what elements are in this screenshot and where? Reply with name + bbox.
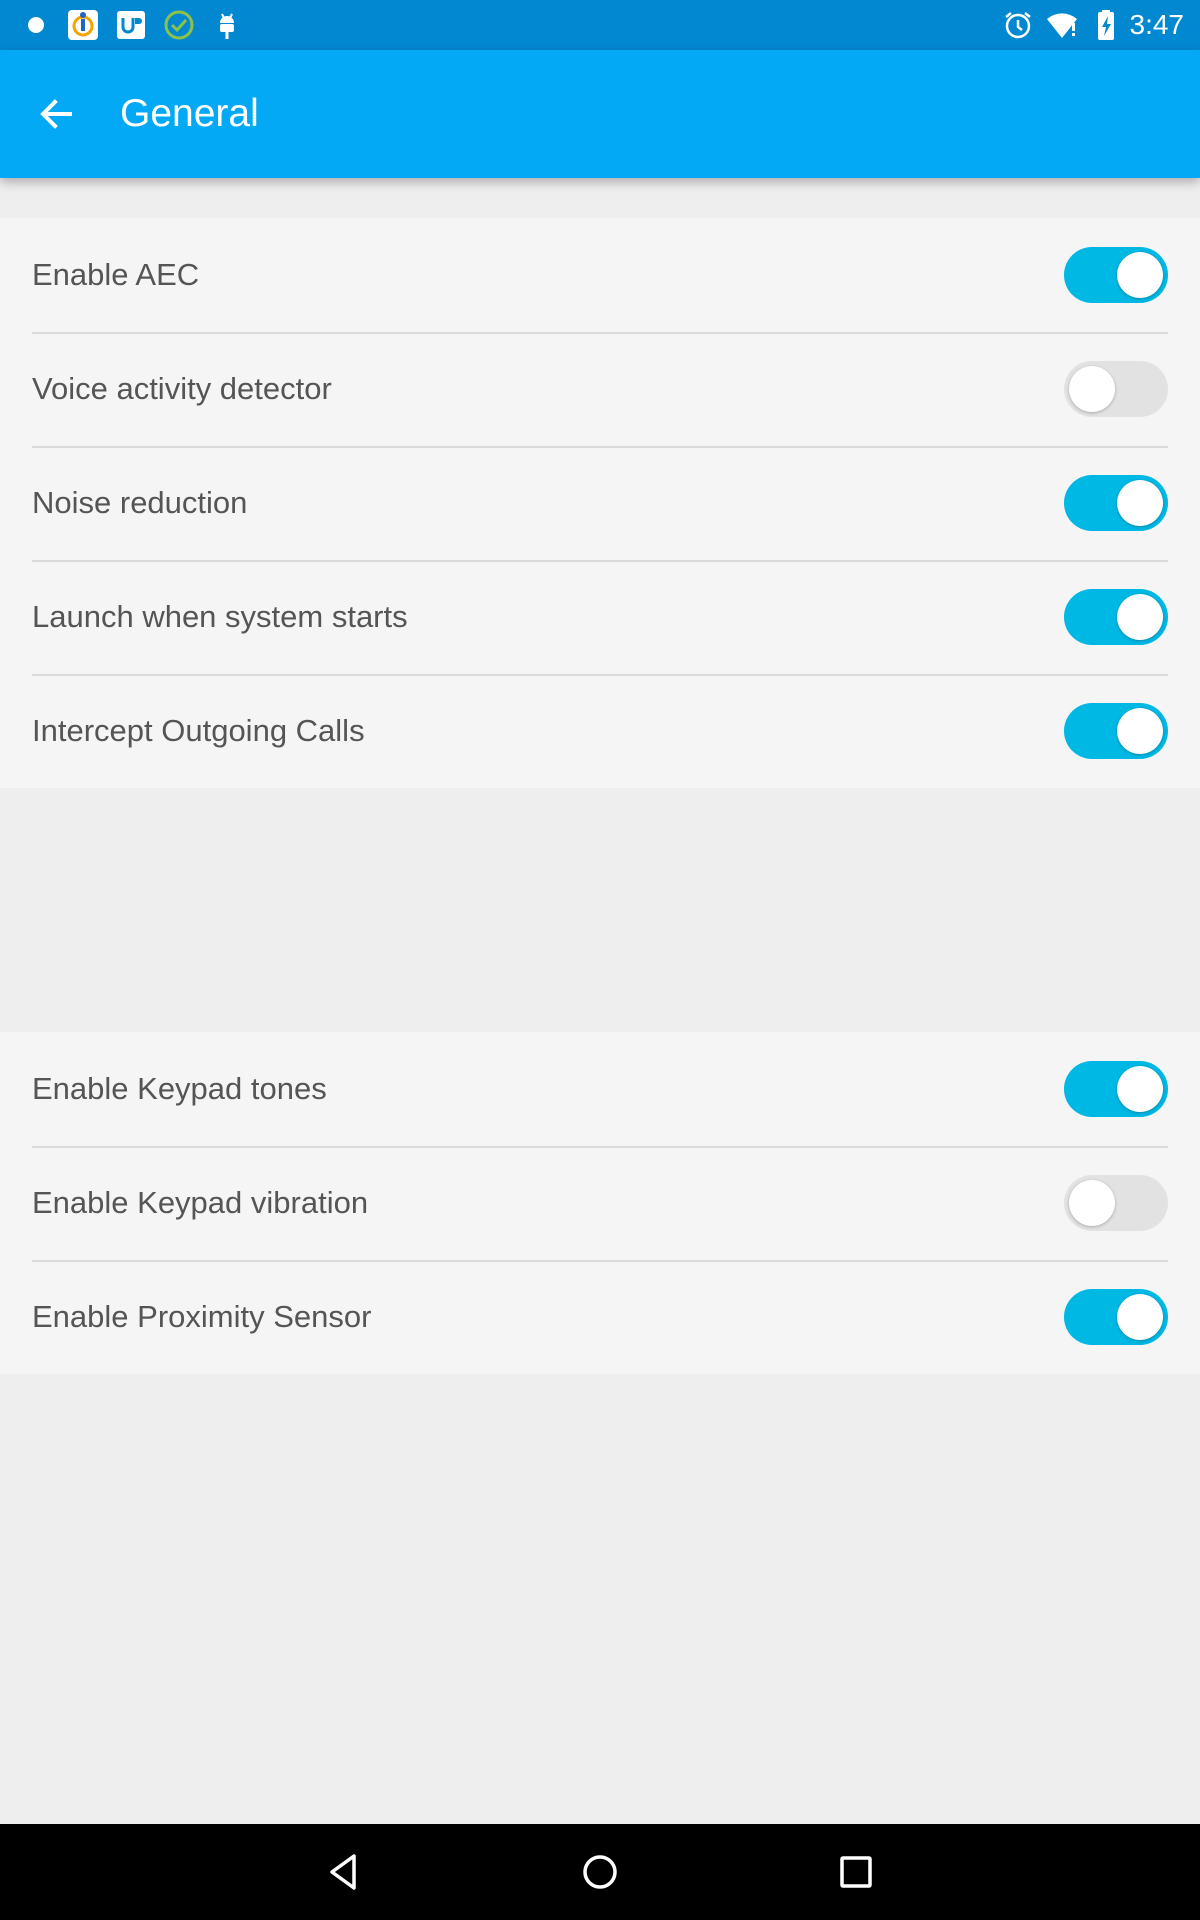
switch-thumb	[1117, 1294, 1163, 1340]
recents-square-icon[interactable]	[832, 1848, 880, 1896]
up-app-icon	[117, 11, 145, 39]
switch-thumb	[1117, 594, 1163, 640]
switch-thumb	[1117, 708, 1163, 754]
setting-row-voice-activity-detector[interactable]: Voice activity detector	[0, 332, 1200, 446]
setting-label: Voice activity detector	[32, 371, 332, 406]
arrow-left-icon	[40, 99, 72, 129]
home-circle-icon[interactable]	[576, 1848, 624, 1896]
switch-thumb	[1117, 1066, 1163, 1112]
back-button[interactable]	[24, 74, 88, 154]
setting-row-intercept-outgoing-calls[interactable]: Intercept Outgoing Calls	[0, 674, 1200, 788]
voice-activity-detector-switch[interactable]	[1064, 361, 1168, 417]
check-circle-icon	[164, 10, 194, 40]
app-info-icon	[68, 10, 98, 40]
keypad-vibration-switch[interactable]	[1064, 1175, 1168, 1231]
setting-row-launch-on-start[interactable]: Launch when system starts	[0, 560, 1200, 674]
android-icon	[220, 13, 234, 39]
setting-row-noise-reduction[interactable]: Noise reduction	[0, 446, 1200, 560]
noise-reduction-switch[interactable]	[1064, 475, 1168, 531]
launch-on-start-switch[interactable]	[1064, 589, 1168, 645]
setting-row-keypad-tones[interactable]: Enable Keypad tones	[0, 1032, 1200, 1146]
switch-thumb	[1069, 1180, 1115, 1226]
battery-charging-icon	[1098, 10, 1114, 40]
enable-aec-switch[interactable]	[1064, 247, 1168, 303]
setting-label: Enable Proximity Sensor	[32, 1299, 372, 1334]
setting-label: Enable AEC	[32, 257, 200, 292]
page-title: General	[120, 92, 259, 135]
setting-label: Intercept Outgoing Calls	[32, 713, 365, 748]
settings-section-keypad: Enable Keypad tones Enable Keypad vibrat…	[0, 1032, 1200, 1374]
switch-thumb	[1117, 480, 1163, 526]
status-time: 3:47	[1129, 9, 1185, 40]
keypad-tones-switch[interactable]	[1064, 1061, 1168, 1117]
setting-row-keypad-vibration[interactable]: Enable Keypad vibration	[0, 1146, 1200, 1260]
intercept-outgoing-calls-switch[interactable]	[1064, 703, 1168, 759]
setting-label: Launch when system starts	[32, 599, 408, 634]
setting-label: Noise reduction	[32, 485, 248, 520]
back-triangle-icon[interactable]	[320, 1848, 368, 1896]
app-bar: General	[0, 50, 1200, 178]
status-bar: 3:47	[0, 0, 1200, 50]
setting-label: Enable Keypad vibration	[32, 1185, 369, 1220]
setting-label: Enable Keypad tones	[32, 1071, 327, 1106]
proximity-sensor-switch[interactable]	[1064, 1289, 1168, 1345]
switch-thumb	[1117, 252, 1163, 298]
setting-row-enable-aec[interactable]: Enable AEC	[0, 218, 1200, 332]
setting-row-proximity-sensor[interactable]: Enable Proximity Sensor	[0, 1260, 1200, 1374]
switch-thumb	[1069, 366, 1115, 412]
settings-section-audio: Enable AEC Voice activity detector Noise…	[0, 218, 1200, 788]
alarm-icon	[1005, 12, 1031, 39]
dot-icon	[28, 17, 44, 33]
navigation-bar	[0, 1824, 1200, 1920]
wifi-icon	[1047, 13, 1077, 38]
